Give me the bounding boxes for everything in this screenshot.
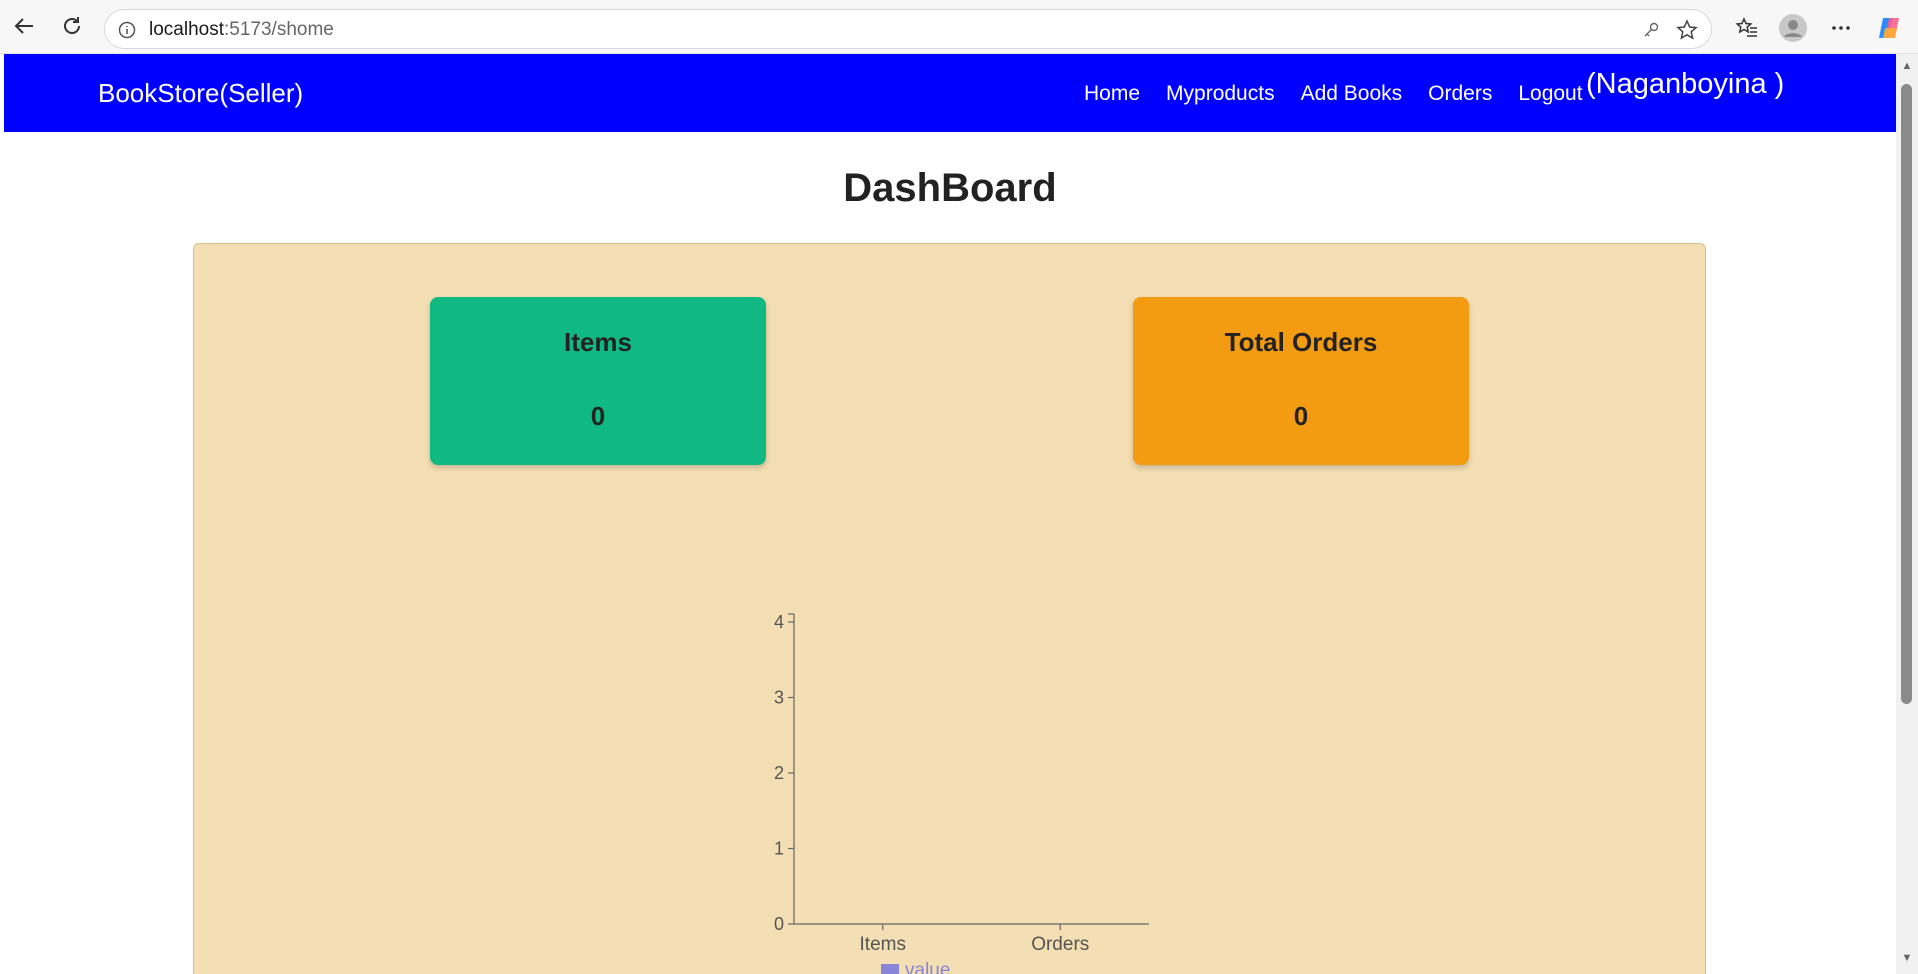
dashboard-panel: Items 0 Total Orders 0 0 1 2 3 4 Items Orders v… [193,243,1706,974]
profile-avatar-icon[interactable] [1778,13,1808,43]
y-tick-label: 4 [774,612,784,632]
scroll-up-icon[interactable]: ▲ [1901,60,1913,72]
items-card-value: 0 [590,401,606,431]
username-label: (Naganboyina ) [1586,68,1785,100]
app-navbar: BookStore(Seller) Home Myproducts Add Bo… [4,54,1896,132]
copilot-icon[interactable] [1874,13,1904,43]
legend-swatch-value [881,964,899,974]
nav-link-orders[interactable]: Orders [1428,82,1492,106]
nav-link-myproducts[interactable]: Myproducts [1166,82,1275,106]
bar-chart: 0 1 2 3 4 Items Orders value [774,612,1149,974]
site-info-icon[interactable] [115,18,139,42]
browser-toolbar: localhost:5173/shome [0,0,1918,54]
total-orders-card-value: 0 [1293,401,1309,431]
url-path: :5173/shome [224,19,334,40]
items-card: Items 0 [430,297,766,465]
y-tick-label: 2 [774,763,784,783]
reload-icon[interactable] [58,12,86,40]
brand-logo-text[interactable]: BookStore(Seller) [98,78,303,109]
nav-link-logout[interactable]: Logout [1518,82,1582,106]
nav-links: Home Myproducts Add Books Orders Logout [1084,82,1583,106]
page-title: DashBoard [843,166,1057,210]
back-icon[interactable] [10,12,38,40]
total-orders-card-title: Total Orders [1224,327,1378,357]
url-text: localhost:5173/shome [149,19,334,41]
vertical-scrollbar[interactable]: ▲ ▼ [1896,54,1918,974]
scroll-down-icon[interactable]: ▼ [1901,952,1913,964]
legend-label-value: value [905,960,950,974]
favorites-icon[interactable] [1732,13,1762,43]
more-options-icon[interactable] [1826,13,1856,43]
total-orders-card: Total Orders 0 [1133,297,1469,465]
y-tick-label: 0 [774,914,784,934]
items-card-title: Items [564,327,632,357]
key-icon[interactable] [1639,18,1663,42]
star-icon[interactable] [1675,18,1699,42]
x-tick-label: Orders [1031,934,1089,955]
scrollbar-thumb[interactable] [1901,84,1912,704]
url-host: localhost [149,19,224,40]
y-tick-label: 3 [774,688,784,708]
page-viewport: BookStore(Seller) Home Myproducts Add Bo… [4,54,1896,974]
nav-link-add-books[interactable]: Add Books [1301,82,1403,106]
nav-link-home[interactable]: Home [1084,82,1140,106]
address-bar[interactable]: localhost:5173/shome [104,9,1712,49]
x-tick-label: Items [860,934,906,955]
y-tick-label: 1 [774,839,784,859]
